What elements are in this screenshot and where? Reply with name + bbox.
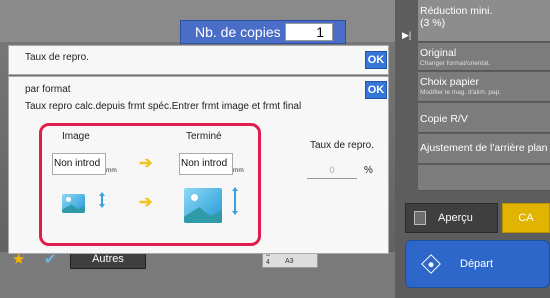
- by-format-ok-button[interactable]: OK: [365, 81, 387, 99]
- finished-image-icon: [184, 188, 222, 223]
- start-button[interactable]: Départ: [405, 240, 550, 288]
- start-label: Départ: [460, 258, 494, 270]
- small-resize-arrow-icon: [99, 192, 105, 208]
- side-item-title: Choix papier: [420, 76, 479, 88]
- repro-rate-value: 0: [307, 165, 357, 179]
- favorite-star-icon[interactable]: ★: [12, 252, 25, 268]
- image-size-input[interactable]: Non introd: [52, 153, 106, 175]
- preview-label: Aperçu: [438, 212, 473, 224]
- side-item-subtitle: (3 %): [420, 17, 446, 29]
- finished-size-unit: mm: [233, 167, 244, 174]
- side-item-empty: [418, 165, 550, 191]
- side-item-title: Ajustement de l'arrière plan: [420, 142, 548, 154]
- side-item-title: Réduction mini.: [420, 5, 493, 17]
- by-format-description: Taux repro calc.depuis frmt spéc.Entrer …: [25, 101, 302, 112]
- repro-rate-ok-button[interactable]: OK: [365, 51, 387, 69]
- tray-paper-size: A3: [285, 258, 294, 265]
- percent-sign: %: [364, 165, 373, 176]
- side-item-subtitle: Changer format/orientat.: [420, 60, 491, 67]
- copies-label: Nb. de copies: [195, 24, 281, 40]
- image-column-label: Image: [62, 131, 90, 142]
- copies-value-field[interactable]: 1: [285, 23, 333, 41]
- side-item-background-adjust[interactable]: Ajustement de l'arrière plan: [418, 134, 550, 164]
- side-item-subtitle: Modifier le mag. d'alim. pap.: [420, 89, 502, 96]
- large-resize-arrow-icon: [232, 187, 238, 215]
- bottom-bar: [0, 252, 395, 298]
- tray-number-4: 4: [266, 259, 270, 266]
- side-item-min-reduction[interactable]: Réduction mini. (3 %): [418, 0, 550, 42]
- by-format-title: par format: [25, 84, 71, 95]
- preview-icon: [414, 211, 426, 225]
- finished-column-label: Terminé: [186, 131, 222, 142]
- repro-rate-label: Taux de repro.: [310, 140, 374, 151]
- side-item-title: Copie R/V: [420, 113, 468, 125]
- start-icon: [421, 254, 441, 274]
- side-panel-expand-icon[interactable]: ▶|: [402, 30, 411, 41]
- ca-button[interactable]: CA: [502, 203, 550, 233]
- side-item-title: Original: [420, 47, 457, 59]
- arrow-right-icon: ➔: [139, 194, 153, 211]
- finished-size-input[interactable]: Non introd: [179, 153, 233, 175]
- repro-rate-dialog: Taux de repro. OK: [8, 45, 389, 75]
- image-size-unit: mm: [106, 167, 117, 174]
- repro-rate-title: Taux de repro.: [25, 52, 89, 63]
- preview-button[interactable]: Aperçu: [405, 203, 498, 233]
- arrow-right-icon: ➔: [139, 155, 153, 172]
- side-item-paper-select[interactable]: Choix papier Modifier le mag. d'alim. pa…: [418, 72, 550, 102]
- ca-label: CA: [518, 212, 534, 224]
- side-item-original[interactable]: Original Changer format/orientat.: [418, 43, 550, 71]
- side-item-duplex[interactable]: Copie R/V: [418, 103, 550, 133]
- copies-counter[interactable]: Nb. de copies 1: [180, 20, 346, 44]
- original-image-icon: [62, 194, 85, 213]
